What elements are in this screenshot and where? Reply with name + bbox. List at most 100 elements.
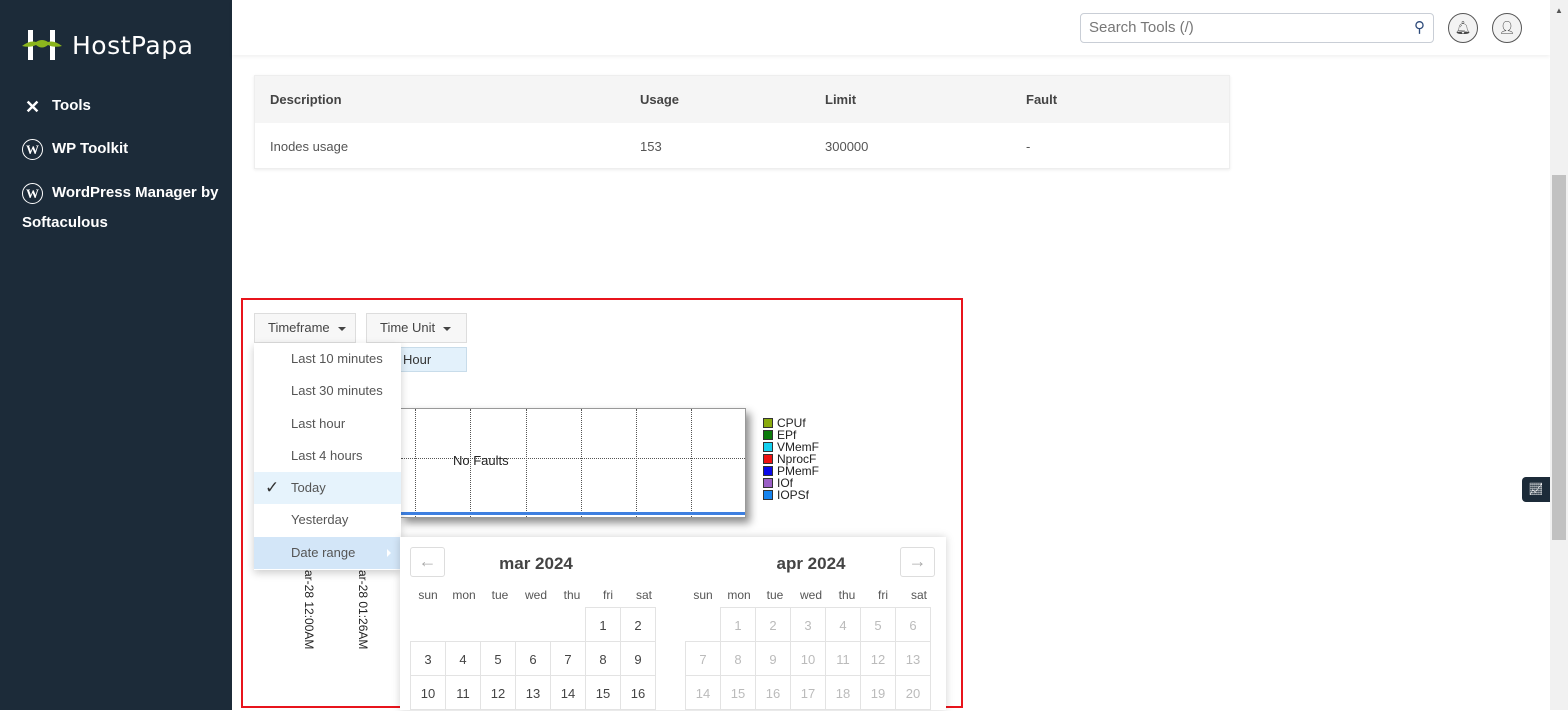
user-icon[interactable]: 👤︎ xyxy=(1492,13,1522,43)
checkmark-icon: ✓ xyxy=(265,478,280,498)
weekday-label: mon xyxy=(452,588,476,602)
empty-cell xyxy=(480,607,516,642)
arrow-right-icon: → xyxy=(908,551,927,571)
weekday-label: tue xyxy=(491,588,509,602)
day-cell[interactable]: 3 xyxy=(410,641,446,676)
weekday-header: sun mon tue wed thu fri sat xyxy=(685,583,937,607)
brand-name: HostPapa xyxy=(72,30,194,60)
date-range-calendar: ← → mar 2024 apr 2024 sun mon tue wed thu fri… xyxy=(400,537,946,710)
sidebar-item-tools[interactable]: ✕ Tools xyxy=(22,91,222,121)
column-header: Fault xyxy=(1026,92,1058,107)
sidebar-item-label: WordPress Manager by Softaculous xyxy=(22,184,219,231)
time-unit-dropdown[interactable]: Time Unit xyxy=(366,313,467,343)
day-cell[interactable]: 7 xyxy=(550,641,586,676)
menu-item-last-30-minutes[interactable]: Last 30 minutes xyxy=(254,375,401,407)
chart-legend: CPUf EPf VMemF NprocF PMemF IOf IOPSf xyxy=(763,417,819,501)
day-cell[interactable]: 9 xyxy=(620,641,656,676)
menu-item-today[interactable]: ✓ Today xyxy=(254,472,401,505)
empty-cell xyxy=(515,607,551,642)
weekday-label: fri xyxy=(878,588,888,602)
grid-line xyxy=(636,409,637,517)
search-input[interactable]: Search Tools (/) ⚲ xyxy=(1080,13,1434,43)
day-cell[interactable]: 16 xyxy=(620,675,656,710)
month-title: mar 2024 xyxy=(499,554,573,573)
wordpress-icon: W xyxy=(22,183,43,204)
legend-swatch xyxy=(763,442,773,452)
day-cell[interactable]: 10 xyxy=(410,675,446,710)
page-scrollbar[interactable]: ▲ xyxy=(1550,0,1568,710)
wordpress-icon: W xyxy=(22,139,43,160)
no-faults-message: No Faults xyxy=(453,453,509,468)
faults-chart: No Faults xyxy=(400,408,746,518)
day-cell[interactable]: 14 xyxy=(550,675,586,710)
weekday-label: wed xyxy=(799,588,822,602)
cell-fault: - xyxy=(1026,139,1031,154)
day-cell[interactable]: 1 xyxy=(585,607,621,642)
sidebar: HostPapa ✕ Tools W WP Toolkit WordPress … xyxy=(0,0,232,710)
weekday-label: sun xyxy=(418,588,438,602)
empty-cell xyxy=(550,607,586,642)
bell-icon[interactable]: 🔔︎ xyxy=(1448,13,1478,43)
day-cell[interactable]: 12 xyxy=(480,675,516,710)
day-cell[interactable]: 5 xyxy=(480,641,516,676)
line-chart-icon: 📈︎ xyxy=(1528,482,1544,496)
day-cell[interactable]: 11 xyxy=(445,675,481,710)
timeframe-label: Timeframe xyxy=(268,320,330,335)
sidebar-item-wp-toolkit[interactable]: W WP Toolkit xyxy=(22,134,222,164)
day-cell[interactable]: 4 xyxy=(445,641,481,676)
menu-item-label: Today xyxy=(291,480,326,496)
week-row: 12 xyxy=(410,607,662,642)
menu-item-last-hour[interactable]: Last hour xyxy=(254,408,401,440)
week-row: 3456789 xyxy=(410,641,662,676)
menu-item-date-range[interactable]: Date range xyxy=(254,536,401,570)
day-cell[interactable]: 6 xyxy=(515,641,551,676)
day-cell: 5 xyxy=(860,607,896,642)
day-cell[interactable]: 13 xyxy=(515,675,551,710)
prev-month-button[interactable]: ← xyxy=(410,547,445,577)
day-cell: 2 xyxy=(755,607,791,642)
weekday-label: thu xyxy=(563,588,581,602)
timeframe-dropdown[interactable]: Timeframe xyxy=(254,313,356,343)
day-cell: 10 xyxy=(790,641,826,676)
hostpapa-logo[interactable]: HostPapa xyxy=(22,28,193,62)
cell-description: Inodes usage xyxy=(270,139,349,154)
column-header: Usage xyxy=(640,92,680,107)
day-cell[interactable]: 8 xyxy=(585,641,621,676)
search-placeholder: Search Tools (/) xyxy=(1089,19,1194,36)
scrollbar-thumb[interactable] xyxy=(1552,175,1566,540)
cell-usage: 153 xyxy=(640,139,662,154)
day-cell: 7 xyxy=(685,641,721,676)
weekday-label: fri xyxy=(603,588,613,602)
menu-item-yesterday[interactable]: Yesterday xyxy=(254,504,401,536)
usage-table: Description Usage Limit Fault Inodes usa… xyxy=(254,75,1230,169)
day-cell: 4 xyxy=(825,607,861,642)
menu-item-last-10-minutes[interactable]: Last 10 minutes xyxy=(254,343,401,375)
legend-swatch xyxy=(763,466,773,476)
legend-label: IOPSf xyxy=(777,488,810,502)
submenu-arrow-icon xyxy=(387,548,391,557)
empty-cell xyxy=(685,607,721,642)
chart-toggle-button[interactable]: 📈︎ xyxy=(1522,477,1550,502)
sidebar-item-label: Tools xyxy=(52,97,91,114)
legend-swatch xyxy=(763,490,773,500)
tools-icon: ✕ xyxy=(24,96,41,117)
x-axis-label: ar-28 12:00AM xyxy=(302,570,316,650)
legend-swatch xyxy=(763,430,773,440)
day-cell[interactable]: 2 xyxy=(620,607,656,642)
weekday-label: mon xyxy=(727,588,751,602)
next-month-button[interactable]: → xyxy=(900,547,935,577)
day-cell: 18 xyxy=(825,675,861,710)
week-row: 123456 xyxy=(685,607,937,642)
legend-swatch xyxy=(763,418,773,428)
weekday-label: sat xyxy=(910,588,927,602)
menu-item-last-4-hours[interactable]: Last 4 hours xyxy=(254,440,401,472)
day-cell: 12 xyxy=(860,641,896,676)
scroll-up-icon[interactable]: ▲ xyxy=(1555,6,1563,15)
search-icon[interactable]: ⚲ xyxy=(1414,14,1425,42)
day-cell: 11 xyxy=(825,641,861,676)
table-header: Description Usage Limit Fault xyxy=(255,76,1229,123)
day-cell: 16 xyxy=(755,675,791,710)
sidebar-item-wordpress-manager[interactable]: WordPress Manager by Softaculous W xyxy=(22,178,222,238)
sidebar-item-label: WP Toolkit xyxy=(52,140,129,157)
day-cell[interactable]: 15 xyxy=(585,675,621,710)
